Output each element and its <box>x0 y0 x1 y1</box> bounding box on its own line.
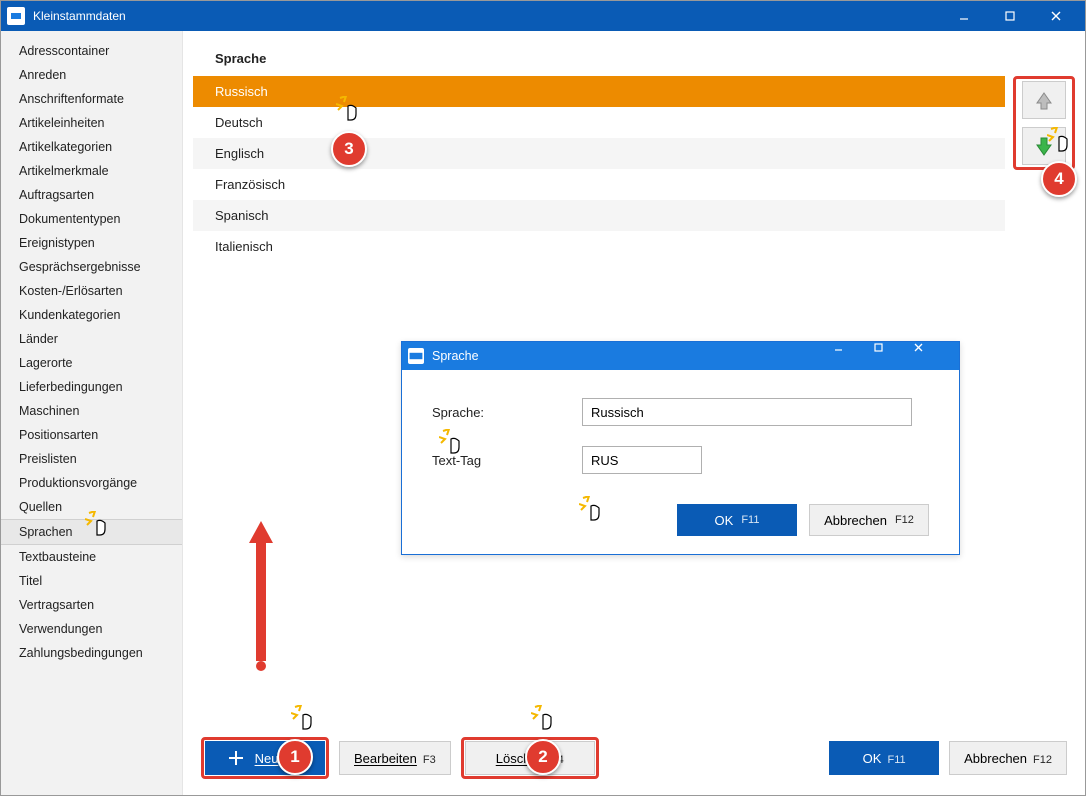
sidebar-item[interactable]: Kosten-/Erlösarten <box>1 279 182 303</box>
close-button[interactable] <box>1033 1 1079 31</box>
minimize-button[interactable] <box>941 1 987 31</box>
sidebar-item[interactable]: Lagerorte <box>1 351 182 375</box>
button-bar: NeuF10 BearbeitenF3 LöschenF4 OKF11 Abbr… <box>193 729 1075 785</box>
bearbeiten-key: F3 <box>423 754 436 766</box>
ok-key: F11 <box>887 754 905 766</box>
move-down-button[interactable] <box>1022 127 1066 165</box>
bearbeiten-label: Bearbeiten <box>354 751 417 766</box>
reorder-highlight <box>1013 76 1075 170</box>
dialog-titlebar: Sprache <box>402 342 959 370</box>
sidebar-item[interactable]: Positionsarten <box>1 423 182 447</box>
app-window: Kleinstammdaten AdresscontainerAnredenAn… <box>0 0 1086 796</box>
annotation-arrow <box>249 521 273 671</box>
language-list: RussischDeutschEnglischFranzösischSpanis… <box>193 76 1005 262</box>
plus-icon <box>227 749 245 767</box>
dialog-icon <box>408 348 424 364</box>
sprache-dialog: Sprache Sprache: Text-Tag <box>401 341 960 555</box>
sidebar-item[interactable]: Zahlungsbedingungen <box>1 641 182 665</box>
texttag-input[interactable] <box>582 446 702 474</box>
sidebar-item[interactable]: Artikeleinheiten <box>1 111 182 135</box>
sidebar-item[interactable]: Verwendungen <box>1 617 182 641</box>
dialog-close-button[interactable] <box>913 342 953 370</box>
sidebar-item[interactable]: Auftragsarten <box>1 183 182 207</box>
sidebar-item[interactable]: Dokumententypen <box>1 207 182 231</box>
ok-button[interactable]: OK F11 <box>829 741 939 775</box>
dialog-ok-label: OK <box>715 513 734 528</box>
dialog-cancel-label: Abbrechen <box>824 513 887 528</box>
dialog-minimize-button[interactable] <box>833 342 873 370</box>
sidebar-item[interactable]: Artikelkategorien <box>1 135 182 159</box>
sprache-label: Sprache: <box>432 405 582 420</box>
annotation-badge-4: 4 <box>1041 161 1077 197</box>
sidebar-item[interactable]: Artikelmerkmale <box>1 159 182 183</box>
sidebar: AdresscontainerAnredenAnschriftenformate… <box>1 31 183 795</box>
annotation-badge-2: 2 <box>525 739 561 775</box>
sidebar-item[interactable]: Lieferbedingungen <box>1 375 182 399</box>
list-row[interactable]: Russisch <box>193 76 1005 107</box>
annotation-badge-1: 1 <box>277 739 313 775</box>
sidebar-item[interactable]: Adresscontainer <box>1 39 182 63</box>
abbrechen-label: Abbrechen <box>964 751 1027 766</box>
dialog-ok-key: F11 <box>741 514 759 526</box>
ok-label: OK <box>863 751 882 766</box>
list-row[interactable]: Italienisch <box>193 231 1005 262</box>
sidebar-item[interactable]: Titel <box>1 569 182 593</box>
sidebar-item[interactable]: Maschinen <box>1 399 182 423</box>
abbrechen-key: F12 <box>1033 754 1052 766</box>
sidebar-item[interactable]: Quellen <box>1 495 182 519</box>
list-row[interactable]: Deutsch <box>193 107 1005 138</box>
list-row[interactable]: Englisch <box>193 138 1005 169</box>
dialog-ok-button[interactable]: OK F11 <box>677 504 797 536</box>
sidebar-item[interactable]: Sprachen <box>1 519 182 545</box>
app-icon <box>7 7 25 25</box>
titlebar: Kleinstammdaten <box>1 1 1085 31</box>
sidebar-item[interactable]: Textbausteine <box>1 545 182 569</box>
sidebar-item[interactable]: Länder <box>1 327 182 351</box>
neu-label: Neu <box>255 751 279 766</box>
sidebar-item[interactable]: Anreden <box>1 63 182 87</box>
sidebar-item[interactable]: Gesprächsergebnisse <box>1 255 182 279</box>
window-title: Kleinstammdaten <box>33 9 126 23</box>
texttag-label: Text-Tag <box>432 453 582 468</box>
sidebar-item[interactable]: Ereignistypen <box>1 231 182 255</box>
dialog-maximize-button[interactable] <box>873 342 913 370</box>
sprache-input[interactable] <box>582 398 912 426</box>
move-up-button[interactable] <box>1022 81 1066 119</box>
list-row[interactable]: Französisch <box>193 169 1005 200</box>
sidebar-item[interactable]: Preislisten <box>1 447 182 471</box>
dialog-cancel-button[interactable]: Abbrechen F12 <box>809 504 929 536</box>
annotation-badge-3: 3 <box>331 131 367 167</box>
list-row[interactable]: Spanisch <box>193 200 1005 231</box>
sidebar-item[interactable]: Anschriftenformate <box>1 87 182 111</box>
sidebar-item[interactable]: Vertragsarten <box>1 593 182 617</box>
main-header: Sprache <box>193 45 1075 76</box>
sidebar-item[interactable]: Kundenkategorien <box>1 303 182 327</box>
abbrechen-button[interactable]: Abbrechen F12 <box>949 741 1067 775</box>
dialog-cancel-key: F12 <box>895 514 914 526</box>
maximize-button[interactable] <box>987 1 1033 31</box>
main-panel: Sprache RussischDeutschEnglischFranzösis… <box>183 31 1085 795</box>
sidebar-item[interactable]: Produktionsvorgänge <box>1 471 182 495</box>
dialog-title: Sprache <box>432 349 479 363</box>
bearbeiten-button[interactable]: Bearbeiten F3 <box>339 741 451 775</box>
